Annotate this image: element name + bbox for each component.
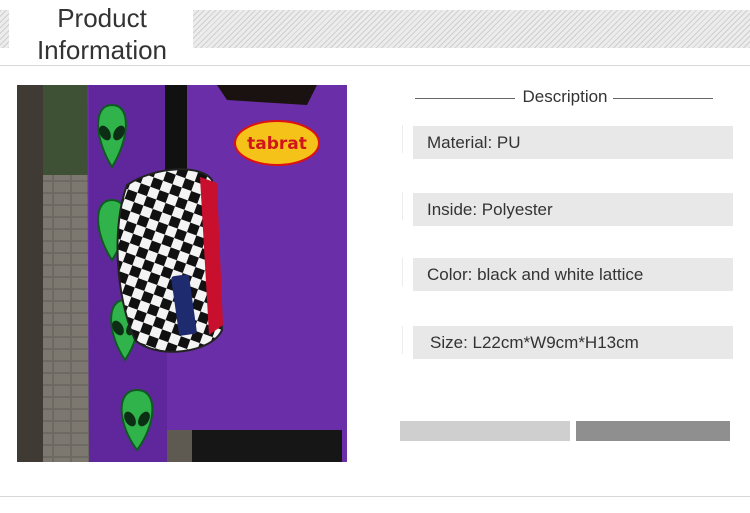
title-line-1: Product	[57, 3, 147, 33]
page-title: Product Information	[17, 2, 187, 66]
title-line-2: Information	[36, 35, 168, 65]
spec-row-color: Color: black and white lattice	[413, 258, 733, 291]
spec-row-inside: Inside: Polyester	[413, 193, 733, 226]
row-marker	[402, 258, 403, 286]
spec-row-material: Material: PU	[413, 126, 733, 159]
header-divider	[0, 65, 750, 66]
decor-bar-dark	[576, 421, 730, 441]
description-heading: Description	[415, 86, 715, 110]
spec-text: Color: black and white lattice	[427, 265, 644, 284]
footer-divider	[0, 496, 750, 497]
header-hatch-right	[193, 10, 750, 48]
product-photo: tabrat	[17, 85, 347, 462]
product-photo-illustration: tabrat	[17, 85, 347, 462]
description-title: Description	[522, 87, 608, 106]
spec-text: Material: PU	[427, 133, 521, 152]
patch-text: tabrat	[247, 134, 307, 154]
spec-row-size: Size: L22cm*W9cm*H13cm	[413, 326, 733, 359]
row-marker	[402, 326, 403, 354]
decor-bar-light	[400, 421, 570, 441]
row-marker	[402, 192, 403, 220]
row-marker	[402, 125, 403, 153]
header-hatch-left	[0, 10, 9, 48]
spec-text: Inside: Polyester	[427, 200, 553, 219]
spec-text: Size: L22cm*W9cm*H13cm	[430, 333, 639, 352]
